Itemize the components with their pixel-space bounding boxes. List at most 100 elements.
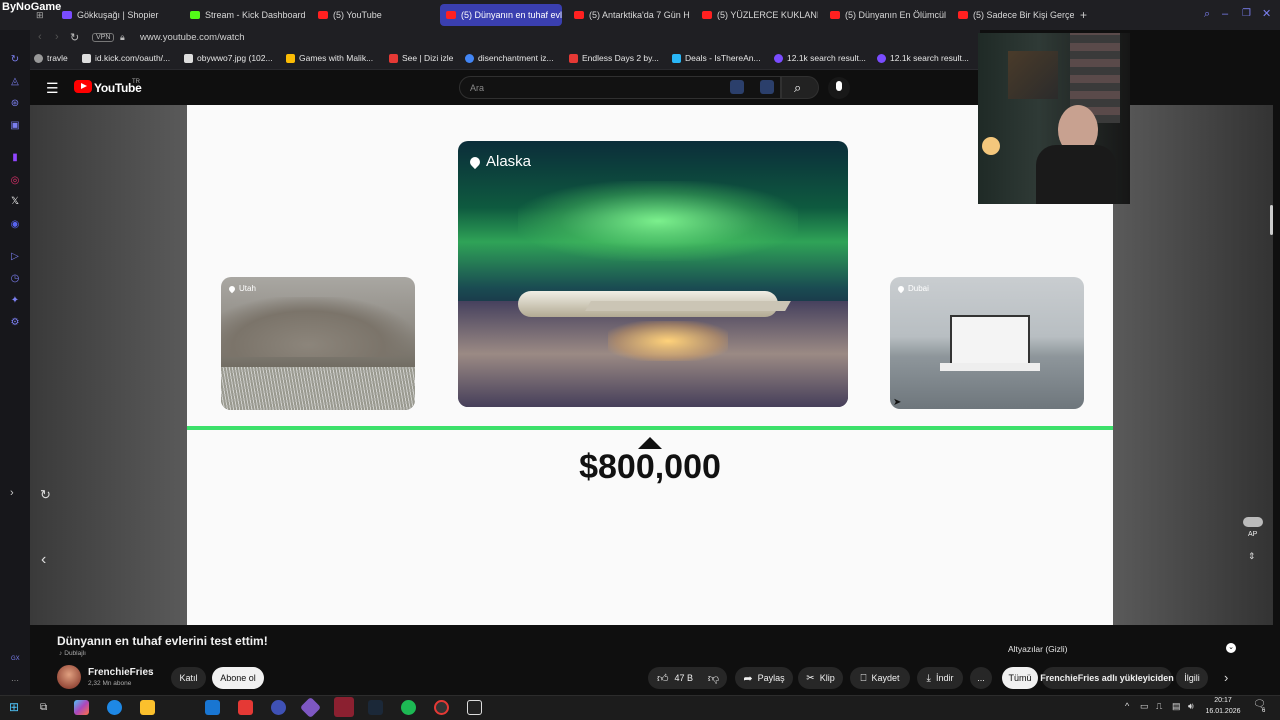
share-button[interactable]: ➦ Paylaş	[735, 667, 793, 689]
chips-next-icon[interactable]: ›	[1224, 670, 1228, 685]
maximize-icon[interactable]: ❐	[1242, 8, 1251, 19]
tab-sadece[interactable]: (5) Sadece Bir Kişi Gerçek	[952, 4, 1074, 26]
search-button[interactable]: ⌕	[781, 76, 819, 99]
file-explorer-icon[interactable]	[140, 700, 155, 715]
menu-icon[interactable]: ☰	[46, 80, 59, 97]
grid-icon[interactable]: ⊞	[36, 10, 44, 21]
keyboard-icon[interactable]	[730, 80, 744, 94]
discord-icon[interactable]: ◉	[9, 219, 21, 231]
chip-all[interactable]: Tümü	[1002, 667, 1038, 689]
captions-chevron-icon[interactable]: ⌄	[1226, 643, 1236, 653]
settings-icon[interactable]: ⚙	[9, 317, 21, 329]
tab-active-video[interactable]: (5) Dünyanın en tuhaf evle	[440, 4, 562, 26]
clock-date[interactable]: 16.01.2026	[1202, 708, 1244, 715]
task-view-icon[interactable]: ⧉	[40, 700, 55, 715]
tab-antarktika[interactable]: (5) Antarktika'da 7 Gün Ha	[568, 4, 690, 26]
windows-start-icon[interactable]: ⊞	[9, 700, 24, 715]
translate-icon[interactable]	[760, 80, 774, 94]
app-blue-icon[interactable]	[271, 700, 286, 715]
vpn-badge[interactable]: VPN	[92, 33, 115, 42]
gamepad-icon[interactable]: ⊛	[9, 98, 21, 110]
tab-kuklalar[interactable]: (5) YÜZLERCE KUKLANIN	[696, 4, 818, 26]
download-button[interactable]: ⤓ İndir	[917, 667, 963, 689]
more-icon[interactable]: ···	[11, 676, 19, 685]
clip-button[interactable]: ✂ Klip	[798, 667, 843, 689]
obs-icon[interactable]	[434, 700, 449, 715]
bookmark-item[interactable]: obywwo7.jpg (102...	[184, 53, 273, 63]
instagram-icon[interactable]: ◎	[9, 175, 21, 187]
bookmark-item[interactable]: id.kick.com/oauth/...	[82, 53, 170, 63]
bookmark-item[interactable]: travle	[34, 53, 68, 63]
chip-related[interactable]: İlgili	[1176, 667, 1208, 689]
like-button[interactable]: 👍︎ 47 B	[648, 667, 700, 689]
opera-gx-icon[interactable]	[334, 697, 354, 717]
volume-icon[interactable]: 🔊︎	[1188, 701, 1194, 712]
forward-icon[interactable]: ›	[55, 31, 59, 43]
dislike-button[interactable]: 👎︎	[700, 667, 727, 689]
bookmark-item[interactable]: Deals - IsThereAn...	[672, 53, 761, 63]
timeline-line	[187, 426, 1113, 430]
location-card-alaska: Alaska	[458, 141, 848, 407]
close-icon[interactable]: ✕	[1262, 7, 1271, 20]
tab-favicon-icon	[62, 11, 72, 19]
subscribe-button[interactable]: Abone ol	[212, 667, 264, 689]
app-red-icon[interactable]	[238, 700, 253, 715]
clock-time[interactable]: 20:17	[1206, 697, 1240, 704]
scrollbar[interactable]	[1270, 205, 1273, 235]
messenger-icon[interactable]: ▣	[9, 120, 21, 132]
edge-icon[interactable]	[107, 700, 122, 715]
save-button[interactable]: ⎕ Kaydet	[850, 667, 910, 689]
bookmark-item[interactable]: 12.1k search result...	[774, 53, 866, 63]
minimize-icon[interactable]: –	[1222, 8, 1228, 20]
spotify-icon[interactable]	[401, 700, 416, 715]
more-actions-button[interactable]: ...	[970, 667, 992, 689]
extensions-icon[interactable]: ✦	[9, 295, 21, 307]
previous-icon[interactable]: ‹	[41, 551, 46, 569]
bookmark-item[interactable]: disenchantment iz...	[465, 53, 554, 63]
x-icon[interactable]: 𝕏	[9, 196, 21, 208]
location-card-dubai: Dubai	[890, 277, 1084, 409]
join-button[interactable]: Katıl	[171, 667, 206, 689]
history-icon[interactable]: ◷	[9, 273, 21, 285]
tab-kick[interactable]: Stream - Kick Dashboard	[184, 4, 306, 26]
tab-shopier[interactable]: Gökkuşağı | Shopier	[56, 4, 176, 26]
back-icon[interactable]: ‹	[38, 31, 42, 43]
captions-label[interactable]: Altyazılar (Gizli)	[1008, 644, 1068, 654]
channel-name[interactable]: FrenchieFries	[88, 667, 154, 678]
bookmark-item[interactable]: 12.1k search result...	[877, 53, 969, 63]
epic-games-icon[interactable]	[467, 700, 482, 715]
bookmark-item[interactable]: Endless Days 2 by...	[569, 53, 659, 63]
player-icon[interactable]: ▷	[9, 251, 21, 263]
channel-avatar[interactable]	[57, 665, 81, 689]
refresh-sidebar-icon[interactable]: ↻	[9, 54, 21, 66]
bookmark-item[interactable]: Games with Malik...	[286, 53, 373, 63]
feather-icon	[672, 53, 681, 63]
youtube-logo-icon[interactable]	[74, 80, 92, 93]
refresh-player-icon[interactable]: ↻	[40, 487, 51, 503]
bookmark-item[interactable]: See | Dizi izle	[389, 53, 453, 63]
chip-from-uploader[interactable]: FrenchieFries adlı yükleyiciden	[1040, 667, 1174, 689]
collapse-right-icon[interactable]: ›	[10, 487, 14, 499]
tray-chevron-icon[interactable]: ^	[1125, 701, 1129, 711]
save-label: Kaydet	[871, 673, 900, 683]
aria-icon[interactable]: ◬	[9, 76, 21, 88]
usb-icon[interactable]: ⎍	[1156, 701, 1162, 712]
tray-app-icon[interactable]: ▭	[1140, 701, 1149, 712]
network-icon[interactable]: ▤	[1172, 701, 1181, 712]
search-tabs-icon[interactable]: ⌕	[1204, 8, 1210, 21]
mail-icon[interactable]	[205, 700, 220, 715]
copilot-icon[interactable]	[74, 700, 89, 715]
bookmark-label: obywwo7.jpg (102...	[197, 53, 273, 63]
search-input[interactable]: Ara	[459, 76, 781, 99]
reload-icon[interactable]: ↻	[70, 31, 79, 44]
tab-olumcul[interactable]: (5) Dünyanın En Ölümcül I	[824, 4, 946, 26]
expand-icon[interactable]: ⇕	[1248, 551, 1256, 562]
tab-youtube[interactable]: (5) YouTube	[312, 4, 434, 26]
autoplay-toggle[interactable]	[1243, 517, 1263, 527]
url-field[interactable]: www.youtube.com/watch	[140, 32, 245, 43]
voice-search-button[interactable]	[828, 77, 850, 99]
steam-icon[interactable]	[368, 700, 383, 715]
new-tab-button[interactable]: +	[1080, 8, 1087, 22]
twitch-icon[interactable]: ▮	[9, 152, 21, 164]
search-placeholder: Ara	[470, 83, 485, 93]
